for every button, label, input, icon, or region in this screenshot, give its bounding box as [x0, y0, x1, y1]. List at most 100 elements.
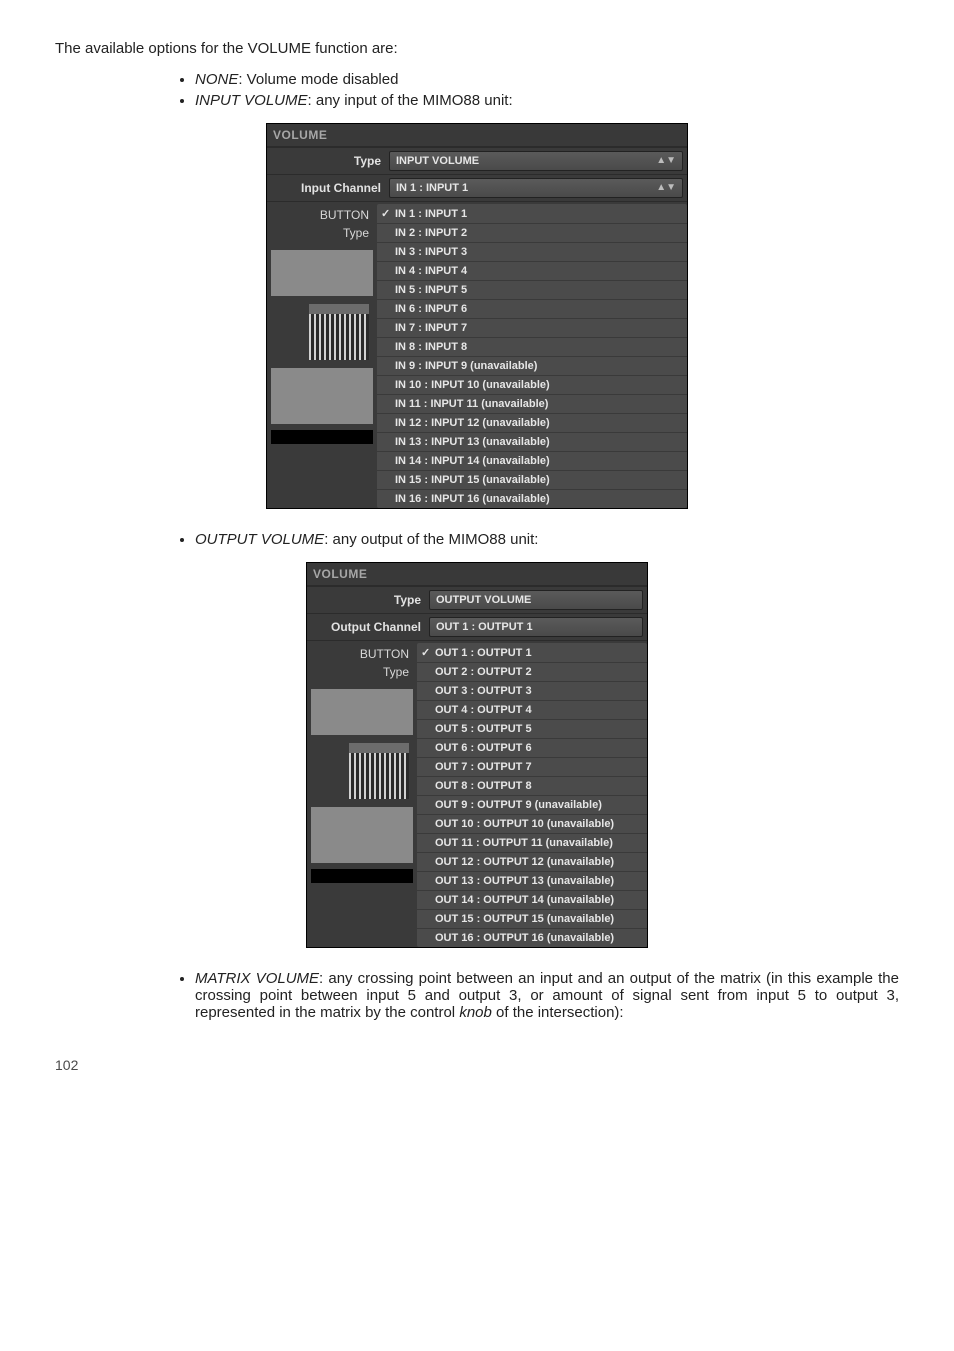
dropdown-option[interactable]: IN 10 : INPUT 10 (unavailable) — [377, 375, 687, 394]
dropdown-option[interactable]: IN 3 : INPUT 3 — [377, 242, 687, 261]
dropdown-option[interactable]: OUT 9 : OUTPUT 9 (unavailable) — [417, 795, 647, 814]
dropdown-option[interactable]: IN 5 : INPUT 5 — [377, 280, 687, 299]
bullet-input-volume-label: INPUT VOLUME — [195, 92, 308, 109]
dropdown-option-label: OUT 12 : OUTPUT 12 (unavailable) — [435, 856, 614, 868]
dropdown-option[interactable]: OUT 2 : OUTPUT 2 — [417, 662, 647, 681]
dropdown-option-label: IN 5 : INPUT 5 — [395, 284, 467, 296]
dropdown-option-label: IN 4 : INPUT 4 — [395, 265, 467, 277]
type-combo-value: INPUT VOLUME — [396, 155, 479, 167]
options-list-3: MATRIX VOLUME: any crossing point betwee… — [55, 970, 899, 1021]
check-icon: ✓ — [381, 207, 395, 220]
panel-header: VOLUME — [267, 124, 687, 147]
dropdown-option-label: IN 3 : INPUT 3 — [395, 246, 467, 258]
dropdown-option-label: IN 1 : INPUT 1 — [395, 208, 467, 220]
panel-2-wrap: VOLUME Type OUTPUT VOLUME Output Channel… — [55, 562, 899, 948]
dropdown-option-label: OUT 11 : OUTPUT 11 (unavailable) — [435, 837, 613, 849]
dropdown-option[interactable]: OUT 10 : OUTPUT 10 (unavailable) — [417, 814, 647, 833]
bullet-none-label: NONE — [195, 71, 238, 88]
volume-panel-output: VOLUME Type OUTPUT VOLUME Output Channel… — [306, 562, 648, 948]
dropdown-option[interactable]: IN 16 : INPUT 16 (unavailable) — [377, 489, 687, 508]
dropdown-option-label: IN 16 : INPUT 16 (unavailable) — [395, 493, 550, 505]
panel-header: VOLUME — [307, 563, 647, 586]
dropdown-option-label: OUT 1 : OUTPUT 1 — [435, 647, 532, 659]
dropdown-option[interactable]: IN 8 : INPUT 8 — [377, 337, 687, 356]
dropdown-option-label: IN 6 : INPUT 6 — [395, 303, 467, 315]
dropdown-option[interactable]: IN 13 : INPUT 13 (unavailable) — [377, 432, 687, 451]
options-list: NONE: Volume mode disabled INPUT VOLUME:… — [55, 71, 899, 109]
dropdown-option[interactable]: OUT 13 : OUTPUT 13 (unavailable) — [417, 871, 647, 890]
black-bar — [271, 430, 373, 444]
dropdown-option[interactable]: IN 11 : INPUT 11 (unavailable) — [377, 394, 687, 413]
dropdown-option-label: IN 2 : INPUT 2 — [395, 227, 467, 239]
dropdown-option-label: OUT 3 : OUTPUT 3 — [435, 685, 532, 697]
dropdown-option[interactable]: IN 7 : INPUT 7 — [377, 318, 687, 337]
input-channel-row: Input Channel IN 1 : INPUT 1 ▲▼ — [267, 174, 687, 201]
dropdown-option-label: IN 9 : INPUT 9 (unavailable) — [395, 360, 537, 372]
dropdown-option[interactable]: IN 2 : INPUT 2 — [377, 223, 687, 242]
dropdown-option[interactable]: OUT 5 : OUTPUT 5 — [417, 719, 647, 738]
dropdown-option[interactable]: OUT 15 : OUTPUT 15 (unavailable) — [417, 909, 647, 928]
dropdown-option[interactable]: IN 6 : INPUT 6 — [377, 299, 687, 318]
barcode-icon — [349, 743, 409, 799]
dropdown-option[interactable]: ✓OUT 1 : OUTPUT 1 — [417, 643, 647, 662]
preview-swatch — [271, 250, 373, 296]
dropdown-option-label: OUT 15 : OUTPUT 15 (unavailable) — [435, 913, 614, 925]
dropdown-option-label: OUT 5 : OUTPUT 5 — [435, 723, 532, 735]
button-section-label: BUTTON — [360, 647, 409, 661]
dropdown-option[interactable]: OUT 4 : OUTPUT 4 — [417, 700, 647, 719]
dropdown-option-label: OUT 9 : OUTPUT 9 (unavailable) — [435, 799, 602, 811]
input-channel-combo[interactable]: IN 1 : INPUT 1 ▲▼ — [389, 178, 683, 198]
dropdown-option[interactable]: OUT 11 : OUTPUT 11 (unavailable) — [417, 833, 647, 852]
output-channel-dropdown[interactable]: ✓OUT 1 : OUTPUT 1OUT 2 : OUTPUT 2 OUT 3 :… — [417, 643, 647, 947]
dropdown-option-label: IN 8 : INPUT 8 — [395, 341, 467, 353]
dropdown-option-label: IN 7 : INPUT 7 — [395, 322, 467, 334]
bullet-output-volume-desc: : any output of the MIMO88 unit: — [324, 531, 538, 548]
dropdown-option-label: OUT 8 : OUTPUT 8 — [435, 780, 532, 792]
input-channel-dropdown[interactable]: ✓IN 1 : INPUT 1 IN 2 : INPUT 2 IN 3 : INPU… — [377, 204, 687, 508]
bullet-none: NONE: Volume mode disabled — [195, 71, 899, 88]
type-combo[interactable]: OUTPUT VOLUME — [429, 590, 643, 610]
bullet-input-volume-desc: : any input of the MIMO88 unit: — [308, 92, 513, 109]
dropdown-option-label: IN 11 : INPUT 11 (unavailable) — [395, 398, 548, 410]
page-number: 102 — [55, 1057, 899, 1073]
dropdown-option-label: OUT 13 : OUTPUT 13 (unavailable) — [435, 875, 614, 887]
button-section-label: BUTTON — [320, 208, 369, 222]
bullet-none-desc: : Volume mode disabled — [238, 71, 398, 88]
dropdown-option-label: OUT 16 : OUTPUT 16 (unavailable) — [435, 932, 614, 944]
dropdown-option[interactable]: IN 14 : INPUT 14 (unavailable) — [377, 451, 687, 470]
dropdown-option[interactable]: IN 4 : INPUT 4 — [377, 261, 687, 280]
preview-swatch-2 — [271, 368, 373, 424]
dropdown-option[interactable]: ✓IN 1 : INPUT 1 — [377, 204, 687, 223]
type-combo[interactable]: INPUT VOLUME ▲▼ — [389, 151, 683, 171]
dropdown-option[interactable]: OUT 3 : OUTPUT 3 — [417, 681, 647, 700]
dropdown-option-label: IN 14 : INPUT 14 (unavailable) — [395, 455, 550, 467]
dropdown-option-label: IN 13 : INPUT 13 (unavailable) — [395, 436, 550, 448]
dropdown-option-label: IN 10 : INPUT 10 (unavailable) — [395, 379, 550, 391]
input-channel-label: Input Channel — [267, 175, 389, 201]
dropdown-option[interactable]: IN 9 : INPUT 9 (unavailable) — [377, 356, 687, 375]
type-combo-value: OUTPUT VOLUME — [436, 594, 531, 606]
dropdown-option[interactable]: OUT 8 : OUTPUT 8 — [417, 776, 647, 795]
barcode-icon — [309, 304, 369, 360]
type-label: Type — [267, 148, 389, 174]
bullet-matrix-volume-knob: knob — [459, 1004, 492, 1021]
dropdown-option-label: OUT 7 : OUTPUT 7 — [435, 761, 532, 773]
type-label: Type — [307, 587, 429, 613]
dropdown-option[interactable]: OUT 6 : OUTPUT 6 — [417, 738, 647, 757]
dropdown-option[interactable]: OUT 12 : OUTPUT 12 (unavailable) — [417, 852, 647, 871]
bullet-matrix-volume-label: MATRIX VOLUME — [195, 970, 319, 987]
dropdown-option-label: OUT 10 : OUTPUT 10 (unavailable) — [435, 818, 614, 830]
volume-panel-input: VOLUME Type INPUT VOLUME ▲▼ Input Channe… — [266, 123, 688, 509]
dropdown-option[interactable]: IN 15 : INPUT 15 (unavailable) — [377, 470, 687, 489]
bullet-matrix-volume: MATRIX VOLUME: any crossing point betwee… — [195, 970, 899, 1021]
dropdown-option[interactable]: OUT 14 : OUTPUT 14 (unavailable) — [417, 890, 647, 909]
dropdown-block: BUTTON Type ✓IN 1 : INPUT 1IN 2 : INPUT … — [267, 201, 687, 508]
button-type-label: Type — [360, 661, 409, 679]
bullet-output-volume-label: OUTPUT VOLUME — [195, 531, 324, 548]
bullet-output-volume: OUTPUT VOLUME: any output of the MIMO88 … — [195, 531, 899, 548]
dropdown-option-label: OUT 6 : OUTPUT 6 — [435, 742, 532, 754]
dropdown-option[interactable]: OUT 16 : OUTPUT 16 (unavailable) — [417, 928, 647, 947]
dropdown-option[interactable]: IN 12 : INPUT 12 (unavailable) — [377, 413, 687, 432]
output-channel-combo[interactable]: OUT 1 : OUTPUT 1 — [429, 617, 643, 637]
dropdown-option[interactable]: OUT 7 : OUTPUT 7 — [417, 757, 647, 776]
